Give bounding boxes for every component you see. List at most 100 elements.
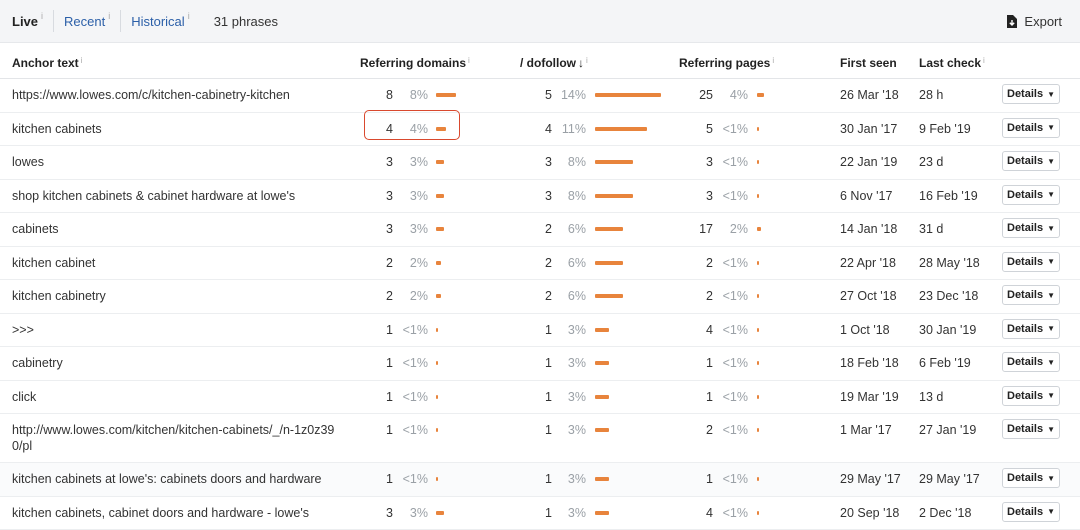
referring-domains-percent: 3% <box>400 155 428 169</box>
tab-live-label: Live <box>12 14 38 29</box>
first-seen-date: 22 Apr '18 <box>840 256 896 270</box>
referring-pages-percent: <1% <box>718 189 748 203</box>
referring-pages-count: 17 <box>673 222 713 236</box>
caret-down-icon: ▼ <box>1047 123 1055 132</box>
first-seen-date: 6 Nov '17 <box>840 189 892 203</box>
details-button[interactable]: Details▼ <box>1002 185 1060 205</box>
caret-down-icon: ▼ <box>1047 474 1055 483</box>
details-button[interactable]: Details▼ <box>1002 468 1060 488</box>
last-check-date: 28 May '18 <box>919 256 980 270</box>
dofollow-bar <box>595 477 609 481</box>
referring-domains-bar <box>436 477 438 481</box>
dofollow-count: 2 <box>512 289 552 303</box>
info-icon: i <box>586 56 588 65</box>
details-button[interactable]: Details▼ <box>1002 502 1060 522</box>
details-label: Details <box>1007 88 1043 100</box>
tab-historical[interactable]: Historical i <box>121 0 199 42</box>
dofollow-count: 1 <box>512 323 552 337</box>
referring-domains-percent: <1% <box>400 323 428 337</box>
export-button[interactable]: Export <box>1006 0 1062 42</box>
dofollow-count: 3 <box>512 155 552 169</box>
referring-domains-percent: <1% <box>400 423 428 437</box>
referring-pages-count: 2 <box>673 256 713 270</box>
details-button[interactable]: Details ▼ <box>1002 118 1060 138</box>
first-seen-date: 27 Oct '18 <box>840 289 897 303</box>
last-check-date: 30 Jan '19 <box>919 323 976 337</box>
details-button[interactable]: Details▼ <box>1002 84 1060 104</box>
referring-domains-percent: 3% <box>400 222 428 236</box>
last-check-date: 16 Feb '19 <box>919 189 978 203</box>
referring-domains-count: 3 <box>353 155 393 169</box>
referring-pages-count: 3 <box>673 189 713 203</box>
column-referring-domains[interactable]: Referring domainsi <box>360 56 470 70</box>
dofollow-percent: 14% <box>558 88 586 102</box>
referring-pages-bar <box>757 127 759 131</box>
details-button[interactable]: Details▼ <box>1002 386 1060 406</box>
column-label: / dofollow <box>520 56 576 70</box>
column-referring-pages[interactable]: Referring pagesi <box>679 56 774 70</box>
caret-down-icon: ▼ <box>1047 324 1055 333</box>
info-icon: i <box>108 11 110 21</box>
referring-domains-count: 1 <box>353 423 393 437</box>
details-button[interactable]: Details▼ <box>1002 218 1060 238</box>
details-button[interactable]: Details▼ <box>1002 352 1060 372</box>
details-button[interactable]: Details▼ <box>1002 151 1060 171</box>
referring-domains-percent: <1% <box>400 356 428 370</box>
dofollow-percent: 3% <box>558 472 586 486</box>
last-check-date: 23 Dec '18 <box>919 289 978 303</box>
referring-pages-bar <box>757 428 759 432</box>
last-check-date: 28 h <box>919 88 943 102</box>
table-row: click1<1%13%1<1%19 Mar '1913 dDetails▼ <box>0 381 1080 415</box>
export-icon <box>1006 15 1017 28</box>
dofollow-percent: 8% <box>558 189 586 203</box>
anchor-text: kitchen cabinets at lowe's: cabinets doo… <box>12 471 352 487</box>
details-label: Details <box>1007 390 1043 402</box>
referring-pages-percent: <1% <box>718 356 748 370</box>
caret-down-icon: ▼ <box>1047 257 1055 266</box>
referring-pages-percent: <1% <box>718 423 748 437</box>
referring-pages-percent: <1% <box>718 289 748 303</box>
details-button[interactable]: Details ▼ <box>1002 252 1060 272</box>
referring-domains-percent: <1% <box>400 472 428 486</box>
referring-pages-percent: <1% <box>718 155 748 169</box>
details-label: Details <box>1007 256 1043 268</box>
tab-recent[interactable]: Recent i <box>54 0 120 42</box>
referring-pages-bar <box>757 160 759 164</box>
column-dofollow[interactable]: / dofollow↓i <box>520 56 588 70</box>
column-last-check[interactable]: Last checki <box>919 56 985 70</box>
referring-pages-count: 4 <box>673 323 713 337</box>
info-icon: i <box>983 56 985 65</box>
info-icon: i <box>188 11 190 21</box>
dofollow-percent: 6% <box>558 256 586 270</box>
referring-domains-bar <box>436 294 441 298</box>
dofollow-percent: 3% <box>558 323 586 337</box>
details-label: Details <box>1007 122 1043 134</box>
details-button[interactable]: Details▼ <box>1002 419 1060 439</box>
referring-domains-percent: 2% <box>400 289 428 303</box>
referring-pages-count: 5 <box>673 122 713 136</box>
last-check-date: 23 d <box>919 155 943 169</box>
table-row: shop kitchen cabinets & cabinet hardware… <box>0 180 1080 214</box>
table-row: http://www.lowes.com/kitchen/kitchen-cab… <box>0 414 1080 463</box>
referring-domains-count: 1 <box>353 323 393 337</box>
referring-pages-count: 1 <box>673 356 713 370</box>
dofollow-count: 1 <box>512 390 552 404</box>
dofollow-bar <box>595 227 623 231</box>
details-button[interactable]: Details▼ <box>1002 319 1060 339</box>
referring-domains-count: 3 <box>353 222 393 236</box>
table-header: Anchor texti Referring domainsi / dofoll… <box>0 43 1080 79</box>
referring-domains-bar <box>436 93 456 97</box>
last-check-date: 9 Feb '19 <box>919 122 971 136</box>
tab-live[interactable]: Live i <box>0 0 53 42</box>
dofollow-count: 5 <box>512 88 552 102</box>
column-first-seen[interactable]: First seen <box>840 56 897 70</box>
column-anchor-text[interactable]: Anchor texti <box>12 56 82 70</box>
first-seen-date: 19 Mar '19 <box>840 390 899 404</box>
details-button[interactable]: Details▼ <box>1002 285 1060 305</box>
referring-domains-count: 1 <box>353 472 393 486</box>
details-label: Details <box>1007 222 1043 234</box>
dofollow-bar <box>595 428 609 432</box>
referring-domains-count: 1 <box>353 390 393 404</box>
referring-pages-bar <box>757 261 759 265</box>
referring-pages-bar <box>757 294 759 298</box>
